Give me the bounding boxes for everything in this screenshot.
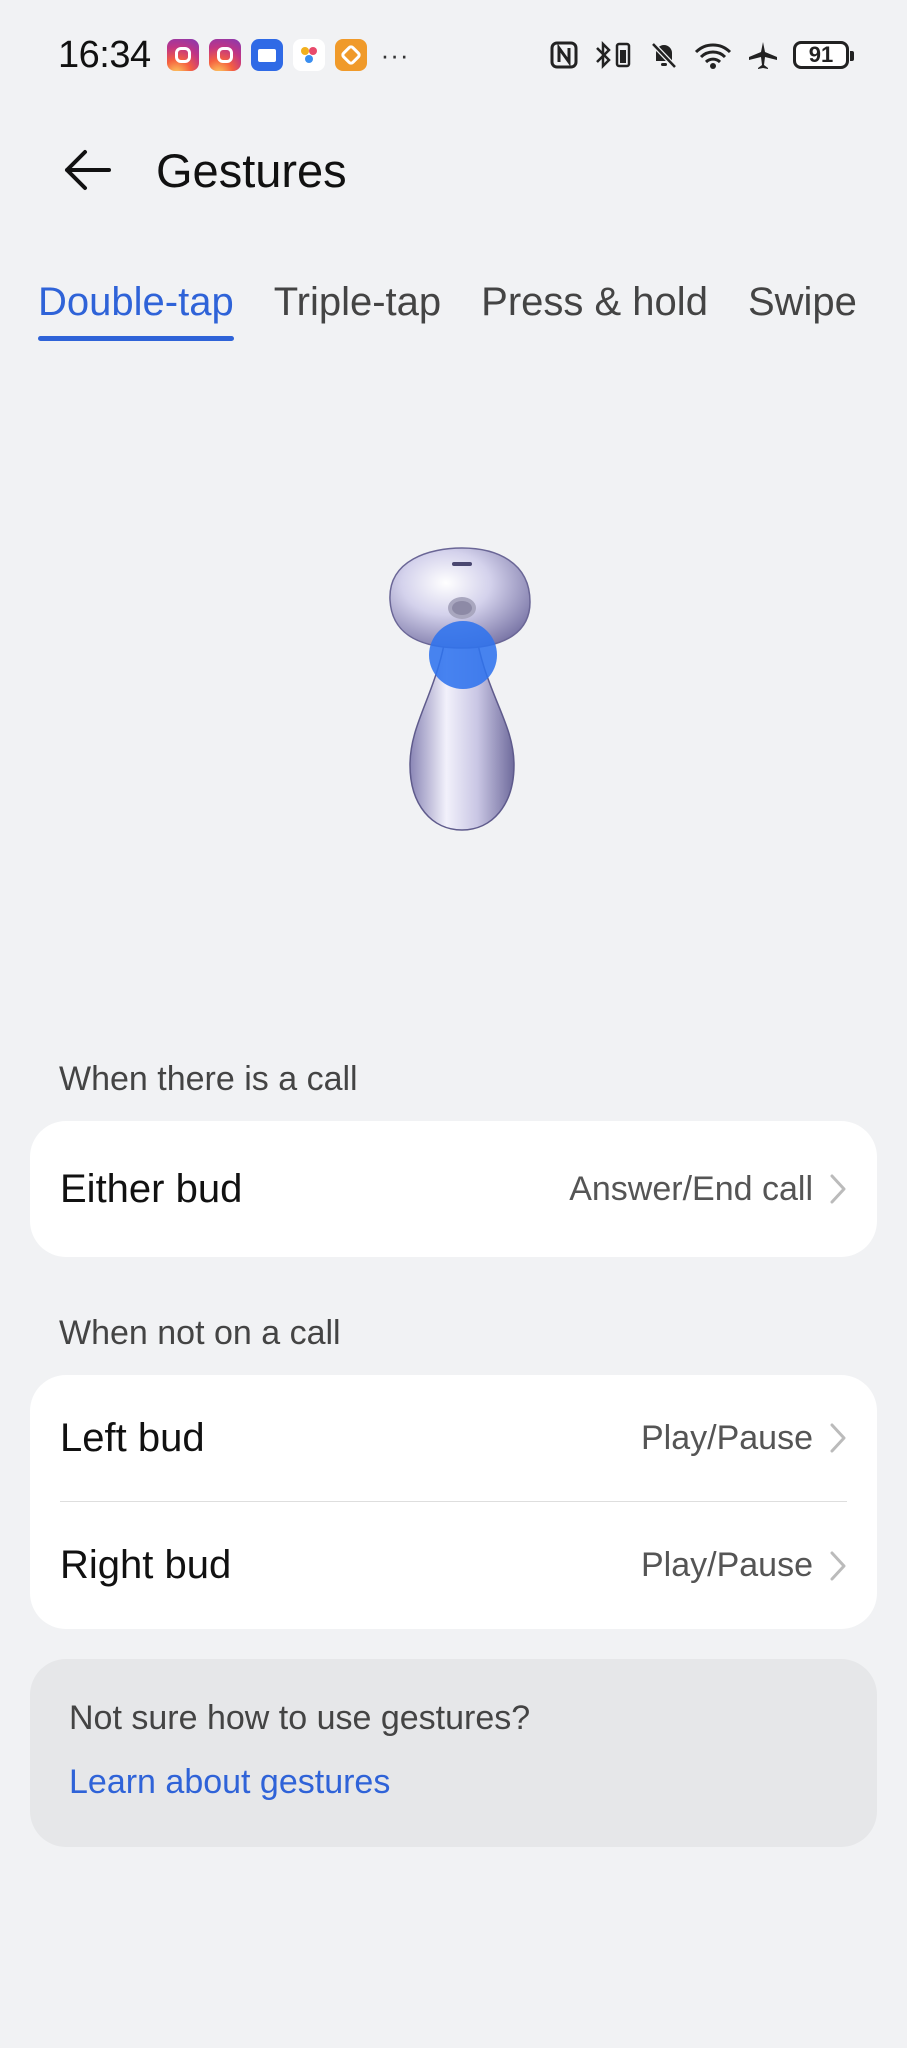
earbud-illustration [370,540,540,840]
airplane-mode-icon [747,40,779,70]
tab-double-tap[interactable]: Double-tap [38,280,234,341]
nfc-icon [549,40,579,70]
mute-bell-icon [649,40,679,70]
right-bud-value: Play/Pause [641,1546,813,1584]
help-text: Not sure how to use gestures? [69,1699,531,1737]
tab-press-and-hold[interactable]: Press & hold [481,280,708,341]
learn-about-gestures-link[interactable]: Learn about gestures [69,1763,390,1802]
status-bar: 16:34 ··· 91 [58,30,854,80]
section-label-call: When there is a call [59,1060,358,1098]
back-button[interactable] [58,141,116,199]
mail-notification-icon [250,39,283,71]
instagram-notification-icon-2 [208,39,241,71]
status-right: 91 [549,40,854,70]
status-time: 16:34 [58,33,151,76]
section-label-no-call: When not on a call [59,1314,341,1352]
page-title: Gestures [156,143,347,197]
left-bud-value: Play/Pause [641,1418,813,1457]
either-bud-row[interactable]: Either bud Answer/End call [60,1121,847,1257]
instagram-notification-icon [166,39,199,71]
right-bud-value-group: Play/Pause [641,1546,847,1585]
call-settings-card: Either bud Answer/End call [30,1121,877,1257]
either-bud-value-group: Answer/End call [569,1170,847,1209]
right-bud-row[interactable]: Right bud Play/Pause [60,1502,847,1629]
left-bud-row[interactable]: Left bud Play/Pause [60,1375,847,1501]
status-left: 16:34 ··· [58,34,410,77]
either-bud-value: Answer/End call [569,1169,813,1208]
no-call-settings-card: Left bud Play/Pause Right bud Play/Pause [30,1375,877,1629]
arrow-left-icon [65,150,111,190]
either-bud-label: Either bud [60,1166,243,1211]
orange-app-notification-icon [334,39,367,71]
more-notifications-icon: ··· [380,39,410,70]
tab-swipe[interactable]: Swipe [748,280,857,341]
bluetooth-battery-icon [593,40,635,70]
right-bud-label: Right bud [60,1543,232,1587]
left-bud-label: Left bud [60,1415,205,1460]
photos-notification-icon [292,39,325,71]
tab-triple-tap[interactable]: Triple-tap [274,280,441,341]
chevron-right-icon [830,1174,846,1204]
chevron-right-icon [830,1423,846,1453]
page-header: Gestures [58,128,347,212]
left-bud-value-group: Play/Pause [641,1419,847,1458]
battery-indicator: 91 [793,41,854,69]
chevron-right-icon [830,1551,846,1580]
help-card: Not sure how to use gestures? Learn abou… [30,1659,877,1847]
gesture-tabs: Double-tap Triple-tap Press & hold Swipe [38,280,907,341]
wifi-icon [693,40,733,70]
tap-point-indicator [429,621,497,689]
